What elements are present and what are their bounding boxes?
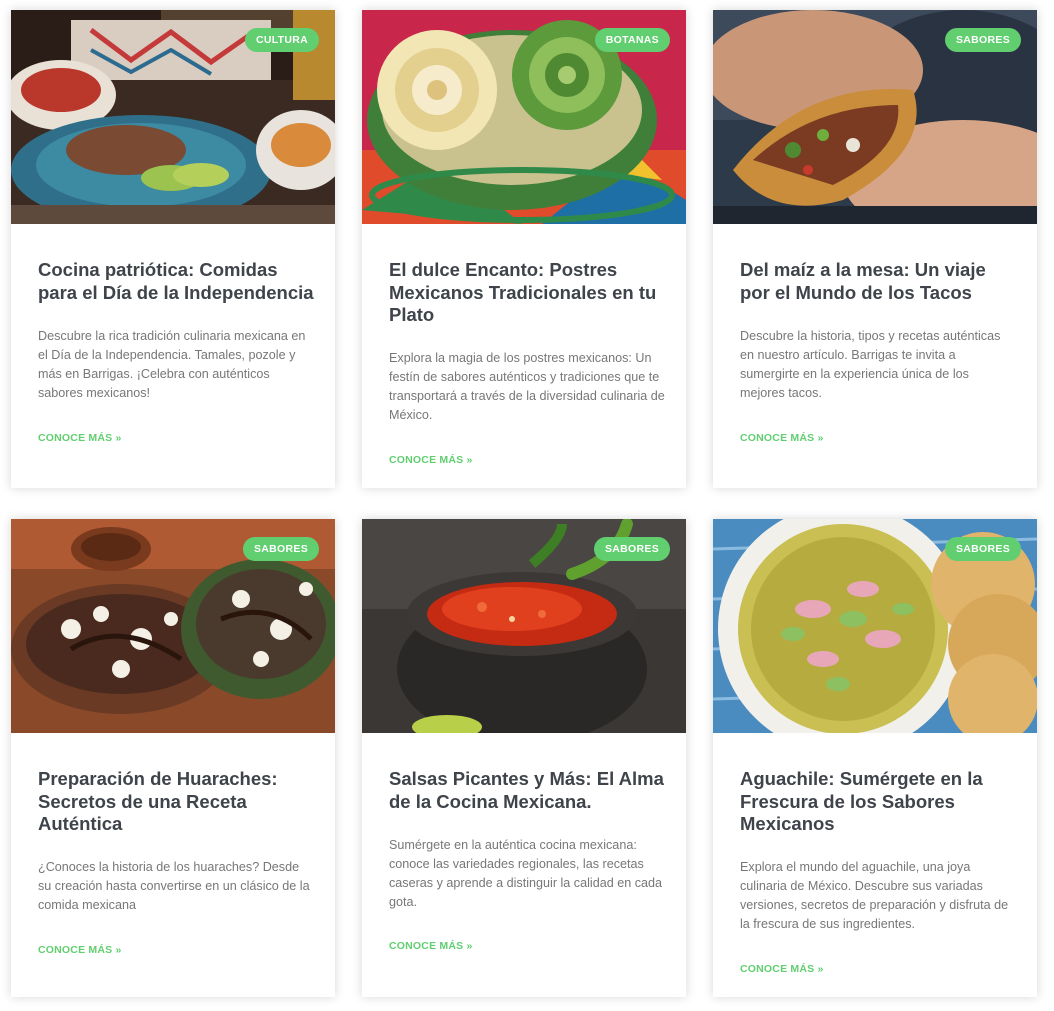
post-image[interactable]: SABORES xyxy=(713,10,1037,224)
post-image[interactable]: BOTANAS xyxy=(362,10,686,224)
read-more-link[interactable]: CONOCE MÁS » xyxy=(389,454,473,466)
posts-grid: CULTURA Cocina patriótica: Comidas para … xyxy=(0,0,1054,1011)
post-image[interactable]: CULTURA xyxy=(11,10,335,224)
post-title[interactable]: El dulce Encanto: Postres Mexicanos Trad… xyxy=(389,259,665,327)
category-badge[interactable]: SABORES xyxy=(944,28,1021,52)
read-more-link[interactable]: CONOCE MÁS » xyxy=(740,963,824,975)
post-title[interactable]: Cocina patriótica: Comidas para el Día d… xyxy=(38,259,314,304)
post-image[interactable]: SABORES xyxy=(713,519,1037,733)
post-excerpt: Explora la magia de los postres mexicano… xyxy=(389,351,665,422)
post-excerpt: Descubre la rica tradición culinaria mex… xyxy=(38,329,306,400)
category-badge[interactable]: BOTANAS xyxy=(594,28,670,52)
post-image[interactable]: SABORES xyxy=(362,519,686,733)
post-title[interactable]: Aguachile: Sumérgete en la Frescura de l… xyxy=(740,768,1016,836)
post-image[interactable]: SABORES xyxy=(11,519,335,733)
read-more-link[interactable]: CONOCE MÁS » xyxy=(38,432,122,444)
category-badge[interactable]: SABORES xyxy=(944,537,1021,561)
category-badge[interactable]: SABORES xyxy=(593,537,670,561)
post-excerpt: Explora el mundo del aguachile, una joya… xyxy=(740,860,1009,931)
post-card: SABORES Preparación de Huaraches: Secret… xyxy=(11,519,335,997)
post-excerpt: ¿Conoces la historia de los huaraches? D… xyxy=(38,860,310,912)
post-card: BOTANAS El dulce Encanto: Postres Mexica… xyxy=(362,10,686,488)
post-excerpt: Descubre la historia, tipos y recetas au… xyxy=(740,329,1001,400)
post-card: SABORES Del maíz a la mesa: Un viaje por… xyxy=(713,10,1037,488)
post-excerpt: Sumérgete en la auténtica cocina mexican… xyxy=(389,838,663,909)
post-card: CULTURA Cocina patriótica: Comidas para … xyxy=(11,10,335,488)
post-card: SABORES Salsas Picantes y Más: El Alma d… xyxy=(362,519,686,997)
read-more-link[interactable]: CONOCE MÁS » xyxy=(38,944,122,956)
post-title[interactable]: Del maíz a la mesa: Un viaje por el Mund… xyxy=(740,259,1016,304)
post-title[interactable]: Salsas Picantes y Más: El Alma de la Coc… xyxy=(389,768,665,813)
post-card: SABORES Aguachile: Sumérgete en la Fresc… xyxy=(713,519,1037,997)
category-badge[interactable]: CULTURA xyxy=(244,28,319,52)
category-badge[interactable]: SABORES xyxy=(242,537,319,561)
read-more-link[interactable]: CONOCE MÁS » xyxy=(740,432,824,444)
read-more-link[interactable]: CONOCE MÁS » xyxy=(389,940,473,952)
post-title[interactable]: Preparación de Huaraches: Secretos de un… xyxy=(38,768,314,836)
